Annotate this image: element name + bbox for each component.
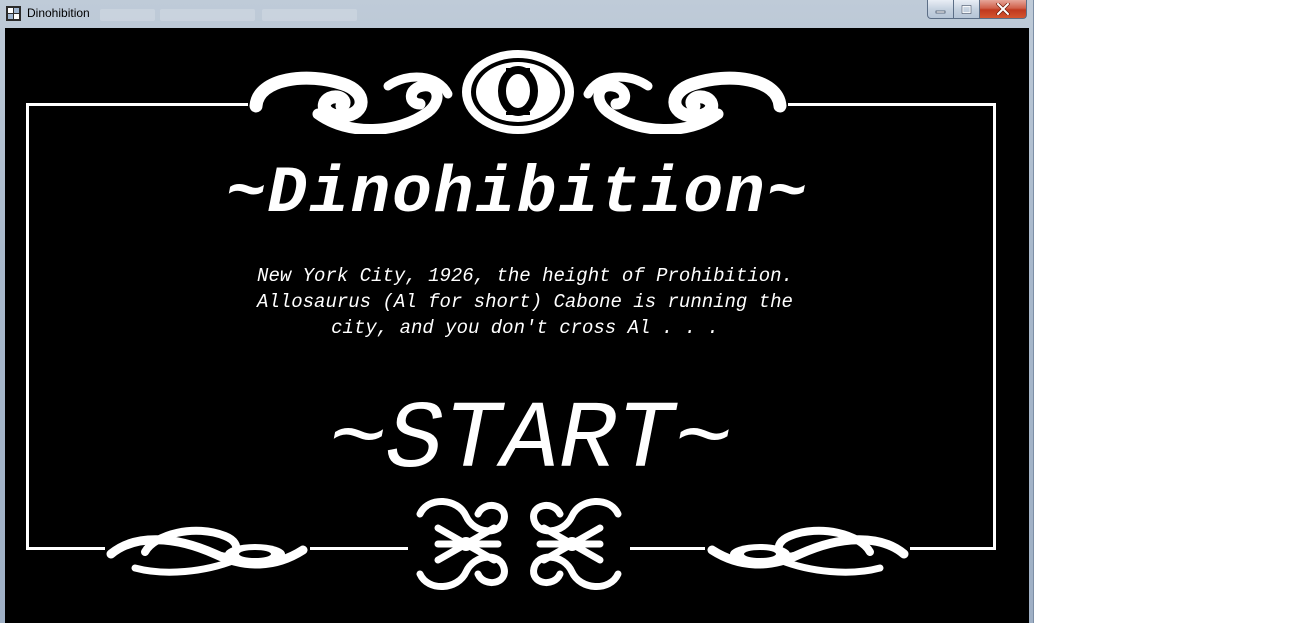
- maximize-icon: [961, 4, 972, 14]
- titlebar-reflection: [160, 9, 255, 21]
- start-button[interactable]: ~START~: [265, 386, 795, 496]
- close-icon: [996, 3, 1010, 15]
- window-title: Dinohibition: [27, 6, 90, 20]
- intro-line: Allosaurus (Al for short) Cabone is runn…: [257, 291, 793, 313]
- close-button[interactable]: [980, 0, 1027, 19]
- game-canvas[interactable]: ~Dinohibition~ New York City, 1926, the …: [5, 28, 1029, 623]
- intro-line: New York City, 1926, the height of Prohi…: [257, 265, 793, 287]
- window-controls: [927, 0, 1027, 19]
- titlebar-reflection: [262, 9, 357, 21]
- game-title: ~Dinohibition~: [225, 156, 809, 231]
- bottom-left-flourish-ornament: [105, 526, 310, 576]
- title-bar[interactable]: Dinohibition: [0, 0, 1034, 28]
- app-icon: [6, 6, 21, 21]
- titlebar-reflection: [100, 9, 155, 21]
- maximize-button[interactable]: [954, 0, 980, 19]
- intro-text: New York City, 1926, the height of Prohi…: [185, 263, 865, 341]
- minimize-button[interactable]: [927, 0, 954, 19]
- intro-line: city, and you don't cross Al . . .: [331, 317, 719, 339]
- minimize-icon: [935, 10, 946, 13]
- bottom-right-flourish-ornament: [705, 526, 910, 576]
- bottom-center-knot-ornament: [408, 498, 630, 590]
- top-flourish-ornament: [248, 50, 788, 134]
- application-window: Dinohibition ~Dinohibition~ New York Cit…: [0, 0, 1034, 623]
